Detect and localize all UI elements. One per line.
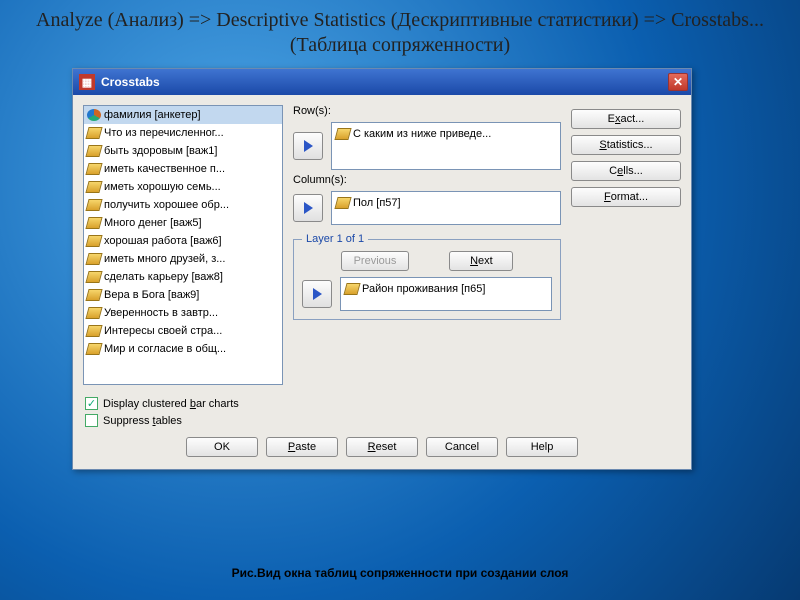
- item-label: иметь хорошую семь...: [104, 181, 221, 193]
- scale-icon: [85, 271, 102, 283]
- scale-icon: [85, 325, 102, 337]
- paste-button[interactable]: Paste: [266, 437, 338, 457]
- target-item[interactable]: С каким из ниже приведе...: [334, 125, 558, 142]
- help-button[interactable]: Help: [506, 437, 578, 457]
- move-to-rows-button[interactable]: [293, 132, 323, 160]
- variable-item[interactable]: Интересы своей стра...: [84, 322, 282, 340]
- move-to-cols-button[interactable]: [293, 194, 323, 222]
- variable-item[interactable]: фамилия [анкетер]: [84, 106, 282, 124]
- dialog-title: Crosstabs: [101, 75, 668, 89]
- item-label: Мир и согласие в общ...: [104, 343, 226, 355]
- previous-button: Previous: [341, 251, 410, 271]
- scale-icon: [85, 199, 102, 211]
- item-label: Что из перечисленног...: [104, 127, 224, 139]
- rows-label: Row(s):: [293, 105, 561, 117]
- target-item[interactable]: Пол [п57]: [334, 194, 558, 211]
- checkbox-label: Suppress tables: [103, 415, 182, 427]
- arrow-right-icon: [304, 140, 313, 152]
- rows-box[interactable]: С каким из ниже приведе...: [331, 122, 561, 170]
- item-label: Вера в Бога [важ9]: [104, 289, 199, 301]
- item-label: сделать карьеру [важ8]: [104, 271, 223, 283]
- scale-icon: [85, 289, 102, 301]
- scale-icon: [334, 197, 351, 209]
- variable-item[interactable]: сделать карьеру [важ8]: [84, 268, 282, 286]
- scale-icon: [85, 253, 102, 265]
- crosstabs-dialog: ▦ Crosstabs ✕ фамилия [анкетер] Что из пе…: [72, 68, 692, 470]
- slide-caption: Рис.Вид окна таблиц сопряженности при со…: [0, 566, 800, 580]
- variable-item[interactable]: Вера в Бога [важ9]: [84, 286, 282, 304]
- cancel-button[interactable]: Cancel: [426, 437, 498, 457]
- arrow-right-icon: [304, 202, 313, 214]
- cells-button[interactable]: Cells...: [571, 161, 681, 181]
- variable-item[interactable]: Мир и согласие в общ...: [84, 340, 282, 358]
- slide-title: Analyze (Анализ) => Descriptive Statisti…: [0, 0, 800, 62]
- item-label: Много денег [важ5]: [104, 217, 202, 229]
- columns-box[interactable]: Пол [п57]: [331, 191, 561, 225]
- checkbox-icon: [85, 414, 98, 427]
- layer-legend: Layer 1 of 1: [302, 233, 368, 245]
- item-label: хорошая работа [важ6]: [104, 235, 222, 247]
- app-icon: ▦: [79, 74, 95, 90]
- variable-item[interactable]: хорошая работа [важ6]: [84, 232, 282, 250]
- scale-icon: [85, 181, 102, 193]
- nominal-icon: [87, 109, 101, 121]
- ok-button[interactable]: OK: [186, 437, 258, 457]
- item-label: быть здоровым [важ1]: [104, 145, 217, 157]
- dialog-footer: OK Paste Reset Cancel Help: [73, 429, 691, 469]
- item-label: Уверенность в завтр...: [104, 307, 218, 319]
- item-label: Район проживания [п65]: [362, 283, 485, 295]
- columns-label: Column(s):: [293, 174, 561, 186]
- statistics-button[interactable]: Statistics...: [571, 135, 681, 155]
- arrow-right-icon: [313, 288, 322, 300]
- item-label: С каким из ниже приведе...: [353, 128, 491, 140]
- scale-icon: [334, 128, 351, 140]
- close-icon[interactable]: ✕: [668, 73, 688, 91]
- format-button[interactable]: Format...: [571, 187, 681, 207]
- variable-item[interactable]: получить хорошее обр...: [84, 196, 282, 214]
- display-clustered-checkbox[interactable]: ✓ Display clustered bar charts: [85, 397, 679, 410]
- item-label: иметь много друзей, з...: [104, 253, 225, 265]
- variable-item[interactable]: иметь много друзей, з...: [84, 250, 282, 268]
- layer-box[interactable]: Район проживания [п65]: [340, 277, 552, 311]
- scale-icon: [85, 127, 102, 139]
- move-to-layer-button[interactable]: [302, 280, 332, 308]
- variable-item[interactable]: иметь хорошую семь...: [84, 178, 282, 196]
- item-label: Интересы своей стра...: [104, 325, 222, 337]
- titlebar[interactable]: ▦ Crosstabs ✕: [73, 69, 691, 95]
- suppress-tables-checkbox[interactable]: Suppress tables: [85, 414, 679, 427]
- item-label: фамилия [анкетер]: [104, 109, 201, 121]
- scale-icon: [85, 307, 102, 319]
- target-item[interactable]: Район проживания [п65]: [343, 280, 549, 297]
- checkbox-label: Display clustered bar charts: [103, 398, 239, 410]
- scale-icon: [85, 145, 102, 157]
- scale-icon: [85, 235, 102, 247]
- variable-item[interactable]: Много денег [важ5]: [84, 214, 282, 232]
- variable-item[interactable]: Что из перечисленног...: [84, 124, 282, 142]
- exact-button[interactable]: Exact...: [571, 109, 681, 129]
- scale-icon: [343, 283, 360, 295]
- reset-button[interactable]: Reset: [346, 437, 418, 457]
- variable-item[interactable]: иметь качественное п...: [84, 160, 282, 178]
- checkbox-icon: ✓: [85, 397, 98, 410]
- variable-item[interactable]: Уверенность в завтр...: [84, 304, 282, 322]
- item-label: получить хорошее обр...: [104, 199, 229, 211]
- scale-icon: [85, 217, 102, 229]
- scale-icon: [85, 163, 102, 175]
- layer-group: Layer 1 of 1 Previous Next Район прожива…: [293, 233, 561, 320]
- scale-icon: [85, 343, 102, 355]
- next-button[interactable]: Next: [449, 251, 513, 271]
- item-label: Пол [п57]: [353, 197, 401, 209]
- variable-list[interactable]: фамилия [анкетер] Что из перечисленног...…: [83, 105, 283, 385]
- item-label: иметь качественное п...: [104, 163, 225, 175]
- variable-item[interactable]: быть здоровым [важ1]: [84, 142, 282, 160]
